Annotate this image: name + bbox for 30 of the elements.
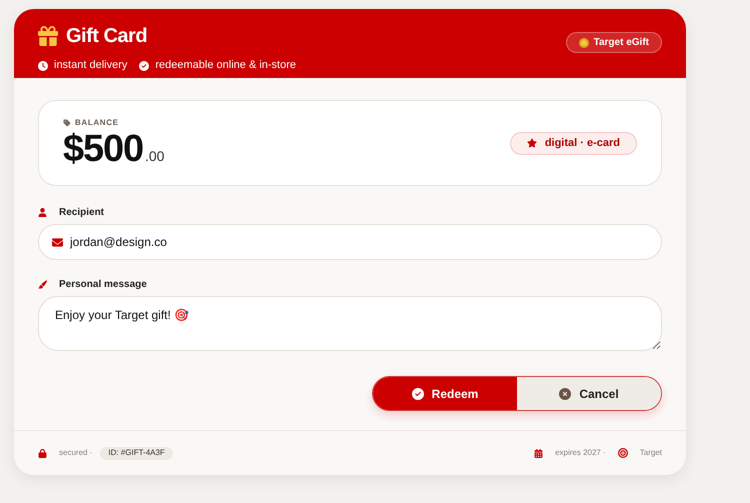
lock-icon <box>38 448 47 458</box>
balance-cents: .00 <box>144 147 164 166</box>
recipient-field[interactable]: jordan@design.co <box>38 224 662 260</box>
message-label: Personal message <box>59 278 147 292</box>
gift-id-badge: ID: #GIFT-4A3F <box>100 446 173 460</box>
recipient-label: Recipient <box>59 206 104 220</box>
brush-icon <box>38 280 47 288</box>
envelope-icon <box>52 237 63 248</box>
tag-icon <box>63 119 71 127</box>
star-icon <box>526 138 537 148</box>
close-icon <box>559 388 572 400</box>
person-icon <box>38 208 47 216</box>
card-title: Gift Card <box>66 24 148 50</box>
balance-amount: $500 <box>63 129 143 169</box>
cancel-button[interactable]: Cancel <box>517 377 661 410</box>
card-type-badge: digital · e-card <box>510 132 637 154</box>
feature-text: redeemable online & in-store <box>155 58 296 74</box>
coin-icon <box>578 38 589 48</box>
egift-badge: Target eGift <box>566 32 662 53</box>
target-icon <box>618 448 628 458</box>
feature-text: instant delivery <box>54 58 128 74</box>
gift-icon <box>38 26 58 46</box>
secured-text: secured · <box>59 447 92 459</box>
message-field[interactable]: Enjoy your Target gift! 🎯 <box>38 296 662 351</box>
redeem-button[interactable]: Redeem <box>373 377 517 410</box>
calendar-icon <box>534 448 544 458</box>
brand-text: Target <box>640 447 662 459</box>
clock-icon <box>38 60 48 70</box>
expiry-text: expires 2027 · <box>555 447 606 459</box>
balance-label: BALANCE <box>75 117 119 129</box>
